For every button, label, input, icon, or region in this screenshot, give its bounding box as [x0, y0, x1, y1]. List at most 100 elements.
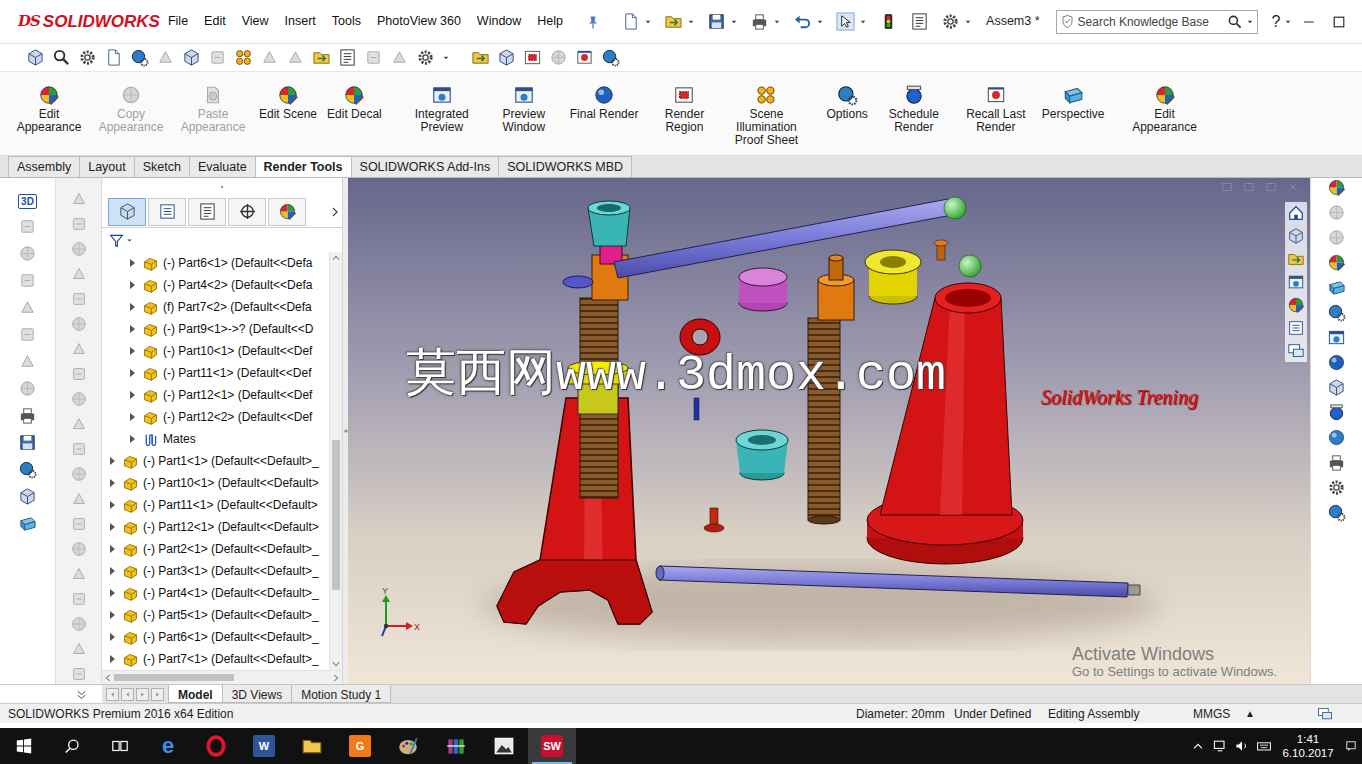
ribbon-button[interactable]: Edit Scene: [256, 82, 320, 123]
tree-item[interactable]: (-) Part10<1> (Default<<Def: [102, 340, 329, 362]
expand-arrow[interactable]: [110, 567, 115, 575]
graphics-area[interactable]: 莫西网www.3dmox.comSolidWorks TreningActiva…: [348, 178, 1310, 684]
task-pane-icon[interactable]: [1327, 353, 1346, 372]
menu-item[interactable]: View: [234, 10, 277, 33]
view-tool-icon[interactable]: [18, 352, 37, 371]
expand-arrow[interactable]: [110, 655, 115, 663]
select-cursor-icon[interactable]: [836, 12, 855, 31]
feature-manager-tab[interactable]: [228, 198, 266, 226]
ribbon-button[interactable]: Integrated Preview: [403, 82, 481, 136]
task-pane-icon[interactable]: [1327, 378, 1346, 397]
command-tab[interactable]: Evaluate: [189, 156, 256, 177]
maximize-button[interactable]: [1324, 14, 1354, 30]
task-pane-icon[interactable]: [1327, 178, 1346, 197]
expand-arrow[interactable]: [110, 633, 115, 641]
scroll-left-icon[interactable]: [102, 672, 114, 684]
feature-manager-tab[interactable]: [108, 198, 146, 226]
clock[interactable]: 1:416.10.2017: [1278, 732, 1338, 760]
menu-item[interactable]: Window: [469, 10, 529, 33]
view-tool-icon[interactable]: [18, 460, 37, 479]
menu-item[interactable]: Edit: [196, 10, 234, 33]
tree-item[interactable]: (f) Part7<2> (Default<<Defa: [102, 296, 329, 318]
red-screw[interactable]: [704, 508, 724, 532]
open-folder-icon[interactable]: [664, 12, 683, 31]
save-icon[interactable]: [707, 12, 726, 31]
tree-item[interactable]: (-) Part11<1> (Default<<Def: [102, 362, 329, 384]
view-tool-icon[interactable]: [18, 244, 37, 263]
yellow-bushing[interactable]: [865, 250, 921, 304]
minimize-button[interactable]: [1294, 14, 1324, 30]
dropdown-caret-icon[interactable]: [816, 18, 824, 26]
pin-icon[interactable]: [585, 14, 601, 30]
tab-nav-button[interactable]: [121, 688, 134, 701]
toolbar-tool-icon[interactable]: [52, 48, 71, 67]
ribbon-button[interactable]: Schedule Render: [875, 82, 953, 136]
search-input[interactable]: [1078, 11, 1224, 33]
tree-item[interactable]: (-) Part9<1>->? (Default<<D: [102, 318, 329, 340]
toolbar-tool-icon[interactable]: [497, 48, 516, 67]
menu-item[interactable]: File: [160, 10, 196, 33]
expand-arrow[interactable]: [110, 523, 115, 531]
horizontal-scrollbar[interactable]: [102, 670, 342, 684]
taskbar-app[interactable]: SW: [528, 728, 576, 764]
expand-arrow[interactable]: [130, 435, 135, 443]
menu-item[interactable]: Insert: [277, 10, 324, 33]
view-tool-icon[interactable]: [18, 298, 37, 317]
scroll-right-icon[interactable]: [330, 672, 342, 684]
undo-icon[interactable]: [793, 12, 812, 31]
tree-item[interactable]: (-) Part11<1> (Default<<Default>: [102, 494, 329, 516]
toolbar-tool-icon[interactable]: [338, 48, 357, 67]
toolbar-tool-icon[interactable]: [575, 48, 594, 67]
start-button[interactable]: [0, 728, 48, 764]
task-pane-icon[interactable]: [1327, 403, 1346, 422]
menu-item[interactable]: Tools: [324, 10, 369, 33]
expand-arrow[interactable]: [110, 589, 115, 597]
tree-item[interactable]: (-) Part7<1> (Default<<Default>_: [102, 648, 329, 670]
cyan-cup[interactable]: [736, 430, 788, 480]
task-view-button[interactable]: [96, 728, 144, 764]
ribbon-button[interactable]: Options: [823, 82, 870, 123]
toolbar-tool-icon[interactable]: [104, 48, 123, 67]
feature-manager-tab[interactable]: [268, 198, 306, 226]
dropdown-caret-icon[interactable]: [730, 18, 738, 26]
taskbar-app[interactable]: e: [144, 728, 192, 764]
bottom-rod[interactable]: [656, 566, 1140, 597]
model-tab[interactable]: Motion Study 1: [291, 685, 391, 703]
expand-arrow[interactable]: [110, 457, 115, 465]
command-tab[interactable]: Assembly: [8, 156, 80, 177]
command-tab[interactable]: Sketch: [134, 156, 190, 177]
ribbon-button[interactable]: Final Render: [567, 82, 642, 123]
purple-cylinder[interactable]: [739, 268, 787, 311]
tab-nav-button[interactable]: [106, 688, 119, 701]
toolbar-tool-icon[interactable]: [156, 48, 175, 67]
scroll-thumb[interactable]: [114, 674, 234, 681]
ribbon-button[interactable]: Render Region: [645, 82, 723, 136]
tree-item[interactable]: (-) Part6<1> (Default<<Defa: [102, 252, 329, 274]
new-document-icon[interactable]: [621, 12, 640, 31]
expand-arrow[interactable]: [130, 369, 135, 377]
view-tool-icon[interactable]: [18, 514, 37, 533]
command-tab[interactable]: Render Tools: [255, 156, 352, 177]
toolbar-tool-icon[interactable]: [260, 48, 279, 67]
toolbar-tool-icon[interactable]: [286, 48, 305, 67]
taskbar-app[interactable]: W: [240, 728, 288, 764]
feature-manager-tab[interactable]: [148, 198, 186, 226]
toolbar-tool-icon[interactable]: [208, 48, 227, 67]
assembly-scene[interactable]: [348, 178, 1310, 684]
view-tool-icon[interactable]: [18, 217, 37, 236]
volume-icon[interactable]: [1234, 738, 1250, 754]
help-button[interactable]: ?: [1270, 10, 1295, 34]
tree-item[interactable]: (-) Part12<1> (Default<<Default>: [102, 516, 329, 538]
panel-splitter[interactable]: [342, 178, 348, 684]
toolbar-tool-icon[interactable]: [471, 48, 490, 67]
feature-manager-tab[interactable]: [188, 198, 226, 226]
search-icon[interactable]: [1227, 14, 1243, 30]
rebuild-traffic-light-icon[interactable]: [879, 12, 898, 31]
keyboard-icon[interactable]: [1256, 738, 1272, 754]
menu-item[interactable]: Help: [529, 10, 571, 33]
expand-arrow[interactable]: [130, 325, 135, 333]
command-tab[interactable]: SOLIDWORKS MBD: [498, 156, 632, 177]
tile-view-icon[interactable]: [1242, 180, 1256, 194]
task-pane-icon[interactable]: [1327, 453, 1346, 472]
dropdown-caret-icon[interactable]: [773, 18, 781, 26]
